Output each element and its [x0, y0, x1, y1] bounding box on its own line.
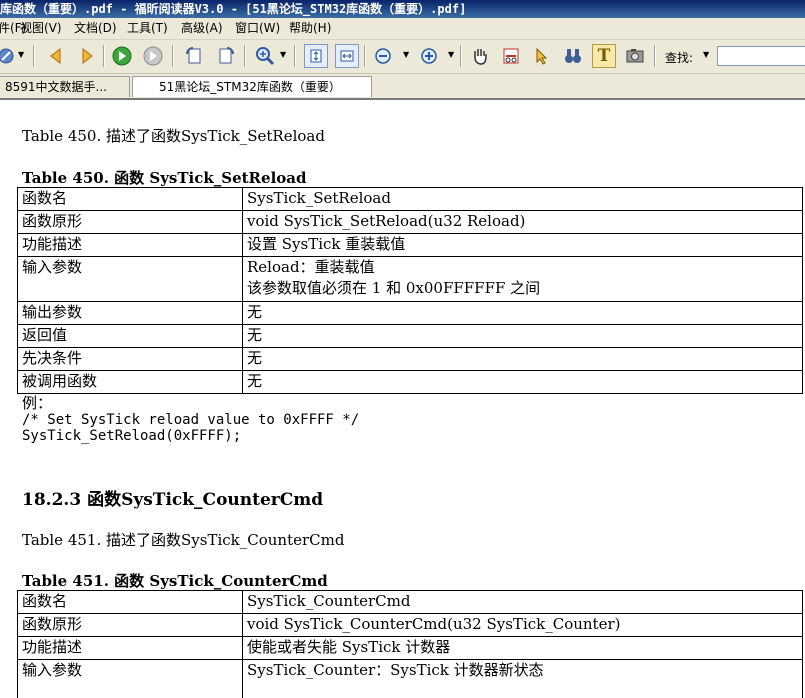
fit-page-icon[interactable] [304, 44, 328, 68]
table451-caption: Table 451. 函数 SysTick_CounterCmd [22, 572, 328, 590]
table-cell-key: 输入参数 [17, 659, 243, 698]
table-cell-key: 输出参数 [17, 301, 243, 325]
table-row: 输入参数 SysTick_Counter：SysTick 计数器新状态 [17, 659, 803, 698]
hand-select-icon[interactable] [0, 44, 18, 68]
toolbar-separator [33, 45, 35, 67]
table-cell-key: 返回值 [17, 324, 243, 348]
next-page-icon[interactable] [75, 44, 99, 68]
text-select-icon[interactable]: T [592, 44, 616, 68]
go-forward-icon[interactable] [110, 44, 134, 68]
menu-tools[interactable]: 工具(T) [127, 21, 168, 36]
chevron-down-icon[interactable]: ▼ [448, 50, 454, 59]
table-cell-key: 功能描述 [17, 233, 243, 257]
table451-intro: Table 451. 描述了函数SysTick_CounterCmd [22, 531, 345, 549]
param-line: Reload：重装载值 [247, 258, 375, 276]
table450: 函数名 SysTick_SetReload 函数原形 void SysTick_Se… [17, 187, 803, 394]
table-row: 被调用函数无 [17, 370, 803, 394]
camera-icon[interactable] [623, 44, 647, 68]
param-line: 该参数取值必须在 1 和 0x00FFFFFF 之间 [247, 279, 541, 297]
table-cell-key: 函数名 [17, 590, 243, 614]
table450-caption: Table 450. 函数 SysTick_SetReload [22, 169, 307, 187]
pdf-page[interactable]: Table 450. 描述了函数SysTick_SetReload Table … [0, 100, 805, 698]
chevron-down-icon[interactable]: ▼ [403, 50, 409, 59]
snapshot-tool-icon[interactable] [499, 44, 523, 68]
table-cell-value: 设置 SysTick 重装载值 [242, 233, 803, 257]
toolbar-separator [103, 45, 105, 67]
menu-window[interactable]: 窗口(W) [235, 21, 280, 36]
table-cell-key: 先决条件 [17, 347, 243, 371]
document-tabs: 8591中文数据手... 51黑论坛_STM32库函数（重要） [0, 74, 805, 100]
fit-width-icon[interactable] [335, 44, 359, 68]
table-row: 功能描述 使能或者失能 SysTick 计数器 [17, 636, 803, 660]
table-cell-value: void SysTick_CounterCmd(u32 SysTick_Coun… [242, 613, 803, 637]
table450-intro: Table 450. 描述了函数SysTick_SetReload [22, 127, 325, 145]
table-row: 函数原形 void SysTick_CounterCmd(u32 SysTick_… [17, 613, 803, 637]
toolbar-separator [654, 45, 656, 67]
tab-8591-datasheet[interactable]: 8591中文数据手... [0, 76, 130, 97]
table-row: 函数名 SysTick_SetReload [17, 187, 803, 211]
table-cell-key: 被调用函数 [17, 370, 243, 394]
table451: 函数名 SysTick_CounterCmd 函数原形 void SysTick_C… [17, 590, 803, 698]
hand-tool-icon[interactable] [468, 44, 492, 68]
code-line: /* Set SysTick reload value to 0xFFFF */ [22, 412, 360, 428]
menu-bar: 文件(F) 视图(V) 文档(D) 工具(T) 高级(A) 窗口(W) 帮助(H… [0, 18, 805, 40]
tab-label: 8591中文数据手... [5, 80, 107, 94]
menu-document[interactable]: 文档(D) [74, 21, 117, 36]
table-cell-key: 函数原形 [17, 613, 243, 637]
toolbar-separator [460, 45, 462, 67]
find-input[interactable] [717, 46, 805, 66]
toolbar-separator [294, 45, 296, 67]
table-cell-value: SysTick_Counter：SysTick 计数器新状态 [242, 659, 803, 698]
table-cell-value: 无 [242, 324, 803, 348]
table-cell-value: 无 [242, 347, 803, 371]
menu-view[interactable]: 视图(V) [20, 21, 62, 36]
table-cell-value: SysTick_CounterCmd [242, 590, 803, 614]
tab-stm32-library[interactable]: 51黑论坛_STM32库函数（重要） [132, 76, 372, 97]
toolbar-separator [244, 45, 246, 67]
table-cell-value: 无 [242, 370, 803, 394]
table-cell-value: 使能或者失能 SysTick 计数器 [242, 636, 803, 660]
table-cell-key: 功能描述 [17, 636, 243, 660]
table-row: 先决条件无 [17, 347, 803, 371]
code-line: SysTick_SetReload(0xFFFF); [22, 428, 242, 444]
table-cell-value: Reload：重装载值该参数取值必须在 1 和 0x00FFFFFF 之间 [242, 256, 803, 302]
table-row: 返回值无 [17, 324, 803, 348]
zoom-out-icon[interactable] [371, 44, 395, 68]
toolbar-separator [364, 45, 366, 67]
table-row: 功能描述 设置 SysTick 重装载值 [17, 233, 803, 257]
select-cursor-icon[interactable] [530, 44, 554, 68]
binoculars-icon[interactable] [561, 44, 585, 68]
toolbar-separator [172, 45, 174, 67]
window-title-bar[interactable]: 库函数（重要）.pdf - 福昕阅读器V3.0 - [51黑论坛_STM32库函… [0, 0, 805, 18]
table-cell-key: 函数原形 [17, 210, 243, 234]
section-heading: 18.2.3 函数SysTick_CounterCmd [22, 490, 324, 510]
table-row: 输入参数 Reload：重装载值该参数取值必须在 1 和 0x00FFFFFF 之… [17, 256, 803, 302]
table-row: 输出参数无 [17, 301, 803, 325]
chevron-down-icon[interactable]: ▼ [18, 50, 24, 59]
table-row: 函数原形 void SysTick_SetReload(u32 Reload) [17, 210, 803, 234]
go-back-icon[interactable] [141, 44, 165, 68]
rotate-right-icon[interactable] [214, 44, 238, 68]
window-title: 库函数（重要）.pdf - 福昕阅读器V3.0 - [51黑论坛_STM32库函… [0, 2, 467, 16]
zoom-in-icon[interactable] [253, 44, 277, 68]
menu-advanced[interactable]: 高级(A) [181, 21, 223, 36]
table-cell-value: SysTick_SetReload [242, 187, 803, 211]
table-cell-key: 输入参数 [17, 256, 243, 302]
zoom-plus-icon[interactable] [417, 44, 441, 68]
menu-help[interactable]: 帮助(H) [289, 21, 331, 36]
first-page-icon[interactable] [44, 44, 68, 68]
example-label: 例： [22, 394, 53, 412]
chevron-down-icon[interactable]: ▼ [703, 50, 709, 59]
table-cell-value: void SysTick_SetReload(u32 Reload) [242, 210, 803, 234]
chevron-down-icon[interactable]: ▼ [280, 50, 286, 59]
table-cell-value: 无 [242, 301, 803, 325]
table-cell-key: 函数名 [17, 187, 243, 211]
tab-label: 51黑论坛_STM32库函数（重要） [159, 80, 341, 94]
find-label: 查找: [665, 51, 694, 65]
toolbar: ▼ ▼ ▼ ▼ T 查找: ▼ [0, 40, 805, 74]
table-row: 函数名 SysTick_CounterCmd [17, 590, 803, 614]
rotate-left-icon[interactable] [182, 44, 206, 68]
